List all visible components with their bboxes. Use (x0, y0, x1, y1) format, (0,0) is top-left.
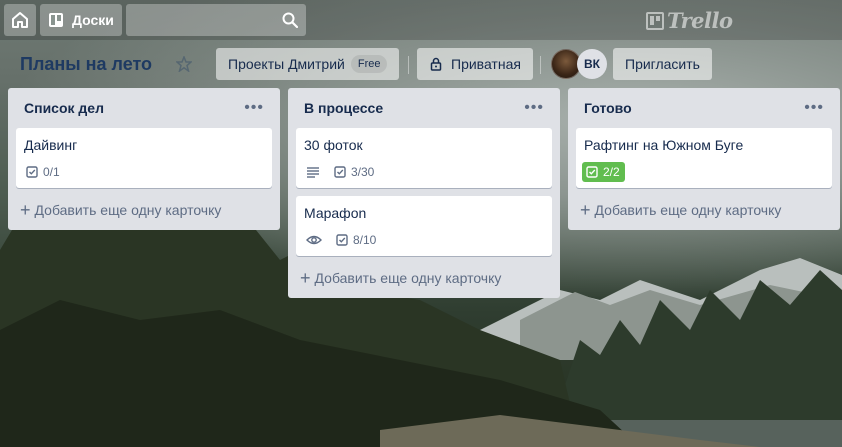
add-card-label: Добавить еще одну карточку (594, 202, 782, 218)
home-button[interactable] (4, 4, 36, 36)
home-icon (12, 12, 28, 28)
boards-button[interactable]: Доски (40, 4, 122, 36)
board-title[interactable]: Планы на лето (20, 54, 152, 75)
checklist-icon (586, 166, 598, 178)
watch-eye-icon (306, 235, 322, 245)
add-card-button[interactable]: + Добавить еще одну карточку (576, 196, 832, 224)
trello-logo[interactable]: Trello (646, 8, 733, 33)
more-icon[interactable]: ••• (244, 100, 264, 116)
description-icon (307, 167, 319, 178)
list-header[interactable]: Список дел ••• (16, 88, 272, 128)
card[interactable]: 30 фоток 3/30 (296, 128, 552, 188)
card[interactable]: Марафоn 8/10 (296, 196, 552, 256)
card-title: Рафтинг на Южном Буге (584, 137, 744, 153)
checklist-count: 2/2 (603, 165, 620, 179)
team-label: Проекты Дмитрий (228, 56, 345, 72)
checklist-icon (26, 166, 38, 178)
list-title[interactable]: Готово (584, 100, 632, 116)
invite-button[interactable]: Пригласить (613, 48, 712, 80)
list-header[interactable]: Готово ••• (576, 88, 832, 128)
list-done: Готово ••• Рафтинг на Южном Буге 2/2 + Д… (568, 88, 840, 230)
trello-logo-icon (646, 11, 664, 30)
checklist-icon (336, 234, 348, 246)
list-todo: Список дел ••• Дайвинг 0/1 + Добавить ещ… (8, 88, 280, 230)
lock-icon (430, 57, 442, 71)
card-title: Дайвинг (24, 137, 78, 153)
divider (540, 56, 541, 74)
checklist-complete-badge: 2/2 (582, 162, 625, 182)
checklist-badge: 8/10 (334, 233, 376, 247)
search-icon (282, 12, 298, 28)
member-avatar-initials[interactable]: ВК (577, 49, 607, 79)
add-card-button[interactable]: + Добавить еще одну карточку (296, 264, 552, 292)
plus-icon: + (300, 268, 311, 288)
boards-label: Доски (72, 12, 114, 28)
checklist-count: 0/1 (43, 165, 60, 179)
board-header: Планы на лето Проекты Дмитрий Free Прива… (0, 44, 842, 84)
checklist-badge: 3/30 (332, 165, 374, 179)
checklist-count: 8/10 (353, 233, 377, 247)
add-card-label: Добавить еще одну карточку (314, 270, 502, 286)
team-button[interactable]: Проекты Дмитрий Free (216, 48, 400, 80)
list-title[interactable]: В процессе (304, 100, 383, 116)
visibility-button[interactable]: Приватная (417, 48, 533, 80)
list-title[interactable]: Список дел (24, 100, 104, 116)
top-header: Доски Trello (0, 0, 842, 40)
card-title: Марафоn (304, 205, 367, 221)
invite-label: Пригласить (625, 56, 700, 72)
search-input[interactable] (125, 4, 306, 36)
checklist-icon (334, 166, 346, 178)
more-icon[interactable]: ••• (804, 100, 824, 116)
checklist-count: 3/30 (351, 165, 375, 179)
card[interactable]: Рафтинг на Южном Буге 2/2 (576, 128, 832, 188)
list-header[interactable]: В процессе ••• (296, 88, 552, 128)
checklist-badge: 0/1 (24, 165, 60, 179)
star-icon[interactable] (176, 56, 192, 72)
card-title: 30 фоток (304, 137, 363, 153)
plan-badge: Free (350, 55, 388, 73)
description-badge (304, 166, 320, 178)
watch-badge (304, 234, 322, 246)
add-card-label: Добавить еще одну карточку (34, 202, 222, 218)
visibility-label: Приватная (451, 56, 521, 72)
logo-text: Trello (667, 8, 733, 33)
list-in-progress: В процессе ••• 30 фоток 3/30 Марафоn 8/1… (288, 88, 560, 298)
plus-icon: + (580, 200, 591, 220)
plus-icon: + (20, 200, 31, 220)
more-icon[interactable]: ••• (524, 100, 544, 116)
add-card-button[interactable]: + Добавить еще одну карточку (16, 196, 272, 224)
divider (408, 56, 409, 74)
card[interactable]: Дайвинг 0/1 (16, 128, 272, 188)
boards-icon (49, 13, 63, 27)
